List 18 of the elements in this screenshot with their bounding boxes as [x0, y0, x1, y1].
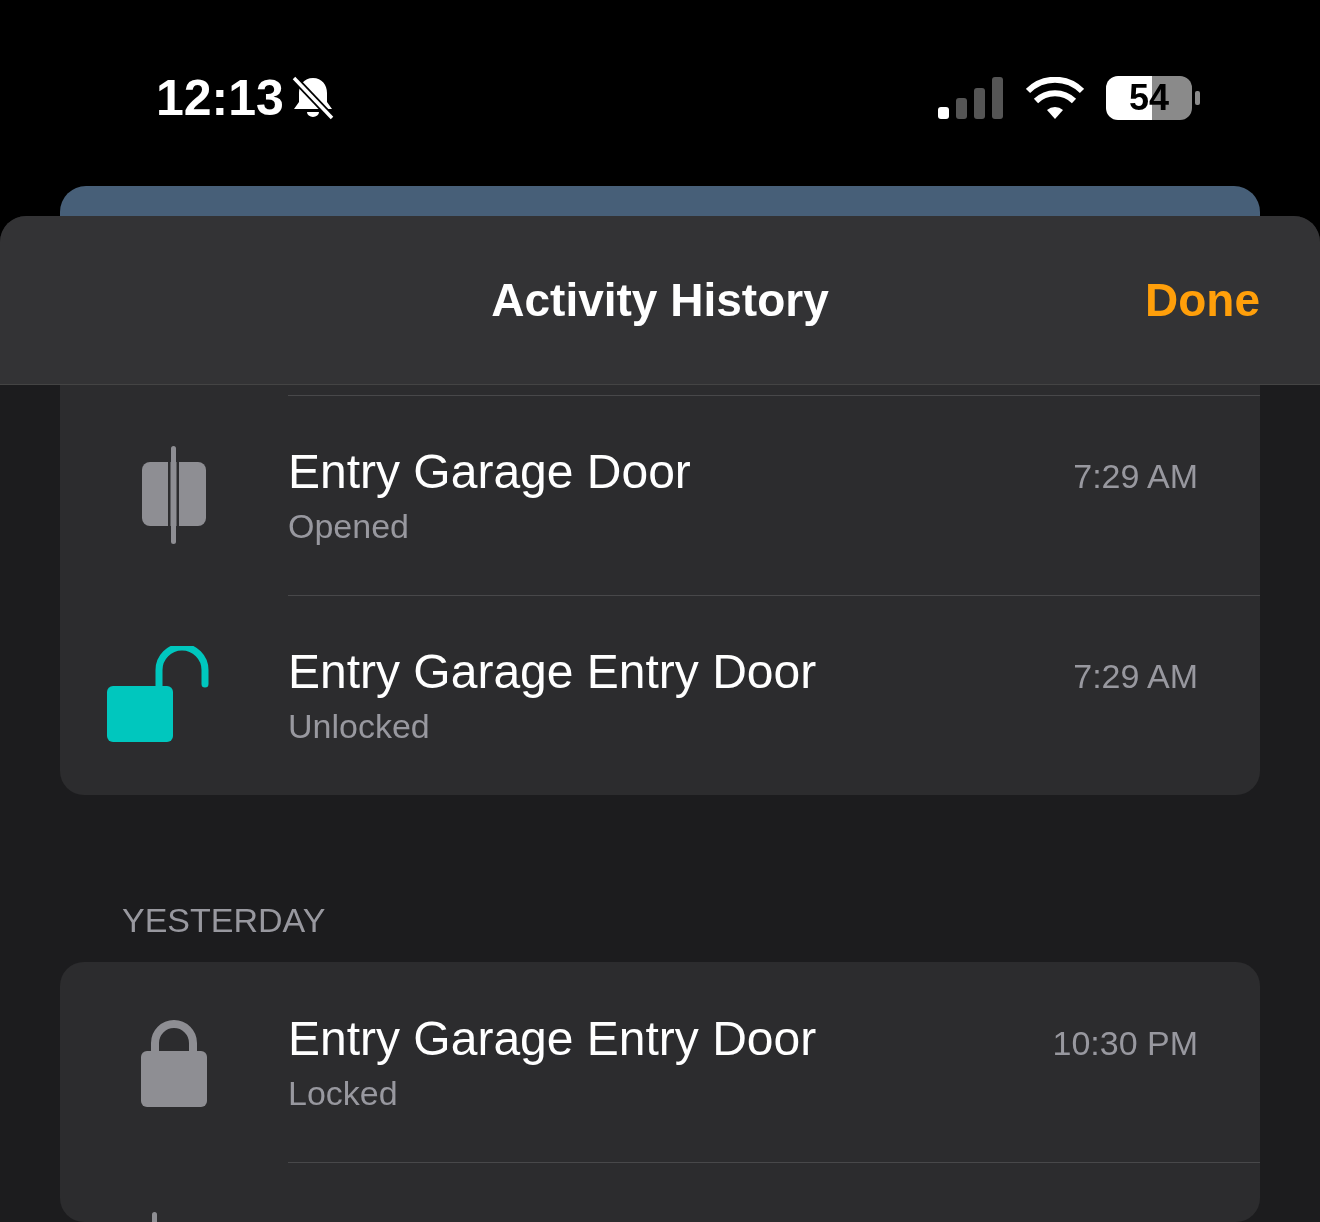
sheet-title: Activity History	[491, 273, 829, 327]
battery-indicator: 54	[1106, 76, 1192, 120]
section-heading: YESTERDAY	[121, 900, 327, 941]
event-label: Opened	[288, 506, 410, 546]
device-name: Entry Garage Entry Door	[288, 1011, 818, 1067]
event-label: Locked	[288, 1073, 399, 1113]
done-button[interactable]: Done	[1145, 273, 1260, 327]
battery-tip-icon	[1195, 91, 1200, 105]
device-name: Entry Garage Entry Door	[288, 644, 818, 700]
event-label: Unlocked	[288, 706, 431, 746]
device-name: Entry Garage Door	[288, 444, 692, 500]
status-time: 12:13	[156, 70, 284, 126]
wifi-icon	[1026, 77, 1084, 119]
unlocked-padlock-icon	[107, 646, 209, 744]
event-time: 7:29 AM	[1073, 457, 1199, 496]
event-time: 10:30 PM	[1052, 1024, 1199, 1063]
signal-icon	[938, 77, 1004, 119]
event-time: 7:29 AM	[1073, 657, 1199, 696]
